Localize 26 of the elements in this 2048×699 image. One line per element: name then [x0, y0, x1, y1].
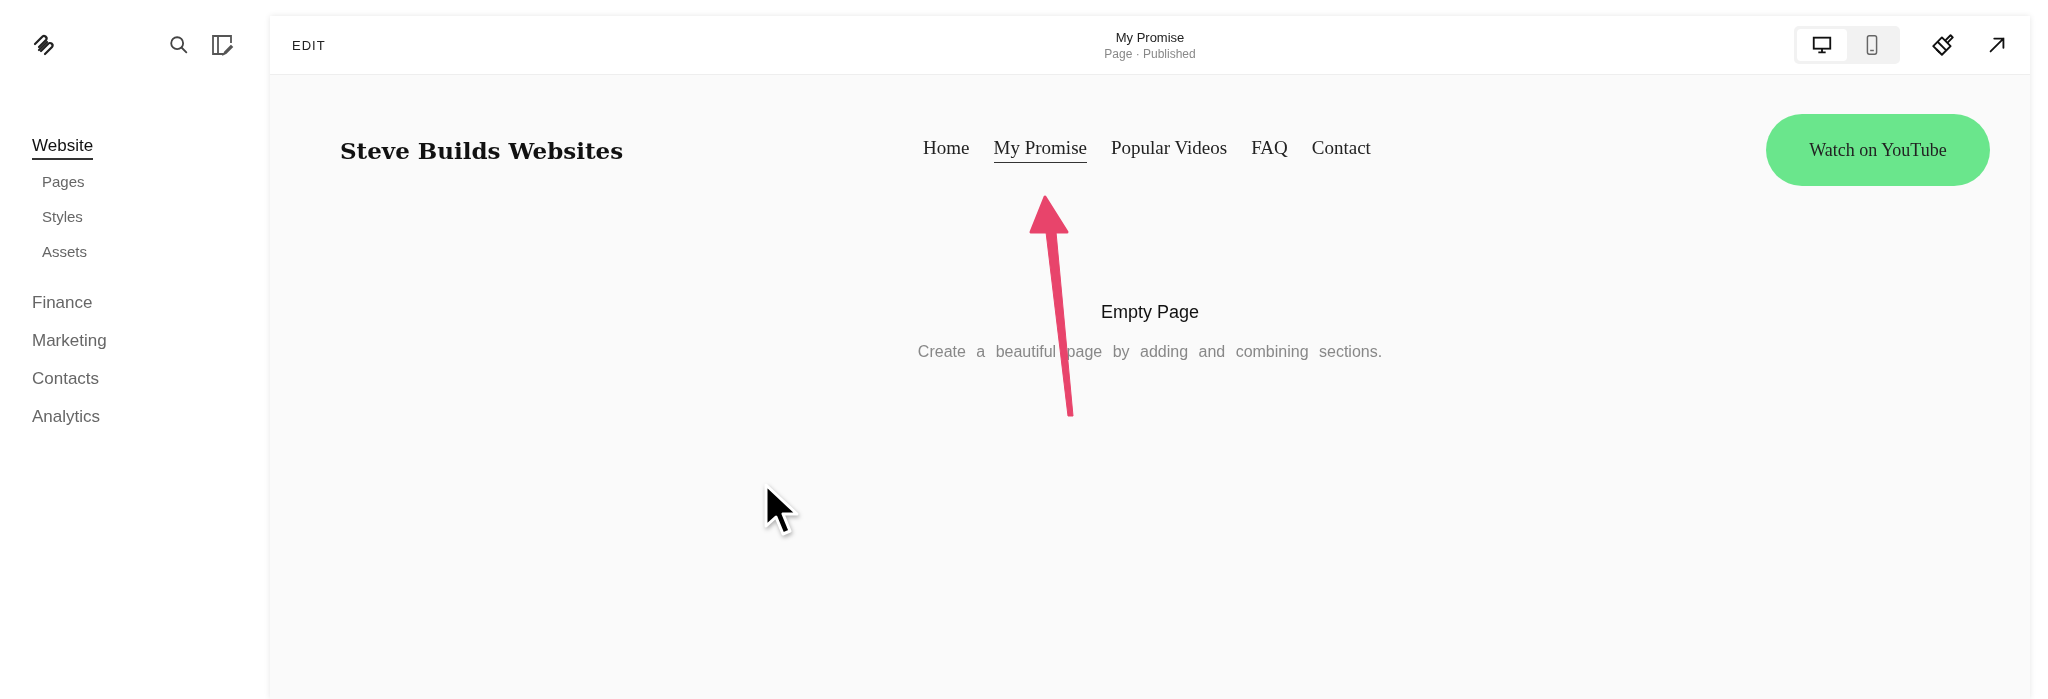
sidebar-item[interactable]: Website [32, 132, 94, 160]
nav-link[interactable]: Contact [1311, 137, 1371, 163]
nav-link[interactable]: Home [923, 137, 970, 163]
site-title[interactable]: Steve Builds Websites [340, 136, 624, 164]
paintbrush-icon[interactable] [1930, 32, 1956, 58]
search-icon[interactable] [168, 34, 190, 56]
nav-link[interactable]: Popular Videos [1111, 137, 1228, 163]
sidebar-subitem[interactable]: Assets [32, 234, 87, 269]
sidebar-item[interactable]: Contacts [32, 365, 100, 393]
empty-title: Empty Page [1100, 302, 1200, 323]
panel-edit-icon[interactable] [210, 33, 234, 57]
logo-icon[interactable] [32, 33, 56, 57]
youtube-button[interactable]: Watch on YouTube [1766, 114, 1990, 186]
sidebar-item[interactable]: Finance [32, 289, 93, 317]
monitor-icon [1811, 34, 1833, 56]
page-status: Page · Published [1104, 46, 1196, 61]
page-title: My Promise [1114, 29, 1186, 45]
sidebar-subitem[interactable]: Pages [32, 164, 85, 199]
sidebar-subitem[interactable]: Styles [32, 199, 83, 234]
nav-link[interactable]: My Promise [993, 137, 1087, 163]
edit-button[interactable]: EDIT [292, 33, 326, 57]
desktop-view-button[interactable] [1797, 29, 1847, 61]
sidebar-item[interactable]: Marketing [32, 327, 107, 355]
empty-description: Create a beautiful page by adding and combining sections. [917, 343, 1383, 361]
sidebar-item[interactable]: Analytics [32, 403, 101, 431]
nav-link[interactable]: FAQ [1251, 137, 1288, 163]
